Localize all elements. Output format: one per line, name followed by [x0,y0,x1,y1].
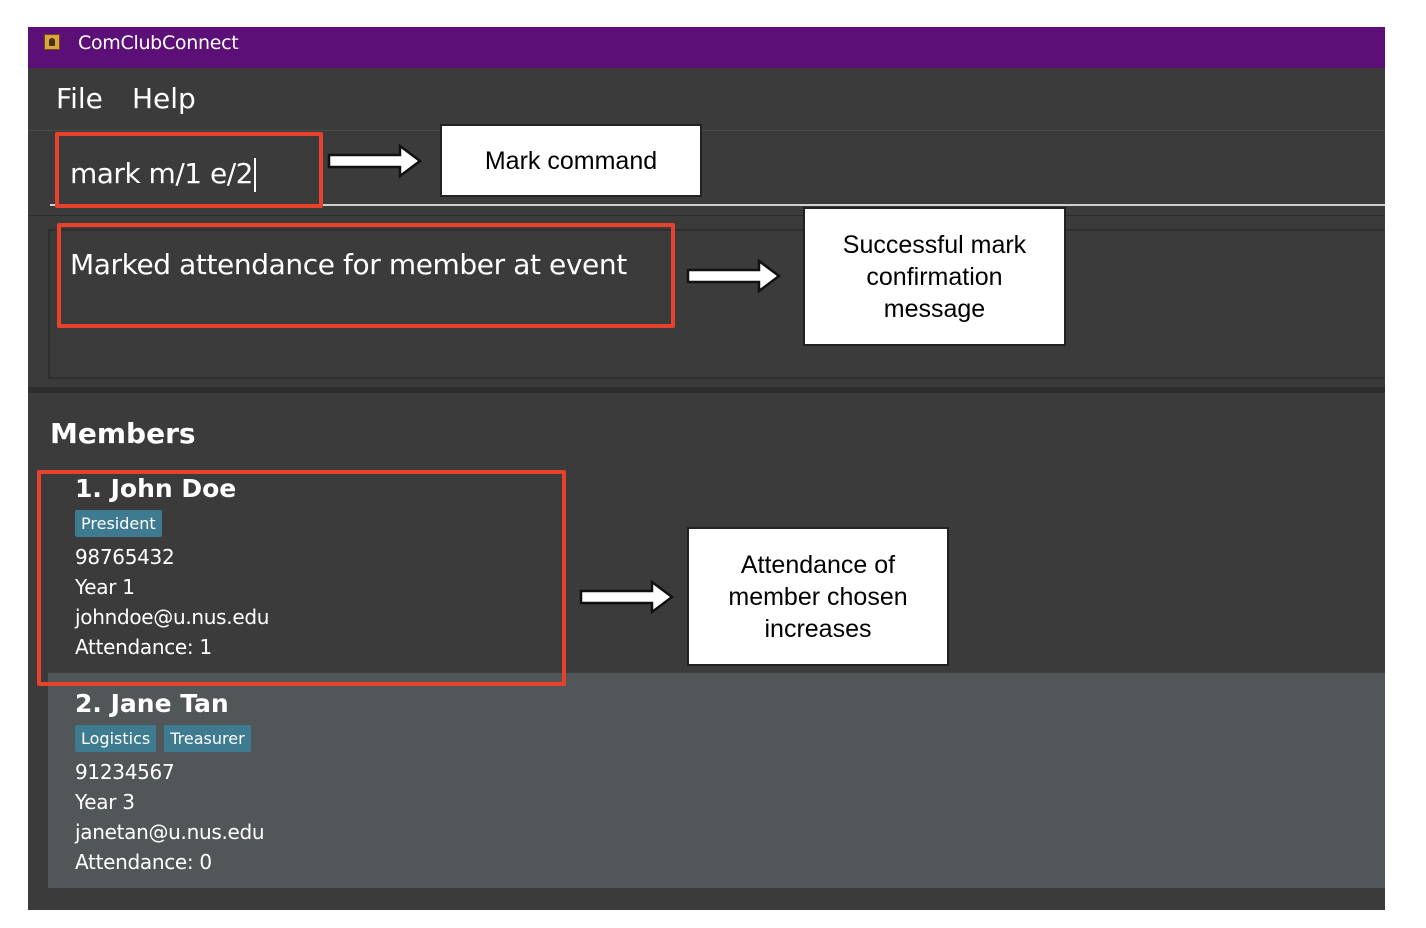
member-name: 2. Jane Tan [75,689,229,718]
member-attendance: Attendance: 0 [75,850,212,874]
member-callout: Attendance of member chosen increases [687,527,949,666]
result-callout-line: confirmation [866,262,1003,291]
command-highlight-box [55,132,323,208]
address-book-icon [44,34,60,50]
arrow-right-icon [686,258,782,294]
member-callout-line: increases [764,614,872,643]
members-heading: Members [50,417,196,450]
menu-help[interactable]: Help [132,82,196,115]
result-callout-line: Successful mark [842,230,1027,259]
command-callout: Mark command [440,124,702,197]
member-callout-line: member chosen [728,582,908,611]
menu-bar: File Help [28,68,1385,130]
member-tags: Logistics Treasurer [75,725,1385,757]
arrow-right-icon [327,143,423,179]
tag-badge: Treasurer [164,725,251,752]
command-callout-text: Mark command [484,146,658,175]
member-phone: 91234567 [75,760,175,784]
member-highlight-box [37,470,566,686]
member-email: janetan@u.nus.edu [75,820,265,844]
tag-badge: Logistics [75,725,157,752]
result-callout: Successful mark confirmation message [803,207,1066,346]
member-callout-line: Attendance of [740,550,896,579]
result-highlight-box [57,223,675,328]
title-bar: ComClubConnect [28,27,1385,68]
menu-file[interactable]: File [56,82,103,115]
window-title: ComClubConnect [78,32,239,54]
result-callout-line: message [883,294,986,323]
member-year: Year 3 [75,790,135,814]
member-card[interactable]: 2. Jane Tan Logistics Treasurer 91234567 … [48,673,1385,888]
arrow-right-icon [579,579,675,615]
section-divider [28,387,1385,393]
